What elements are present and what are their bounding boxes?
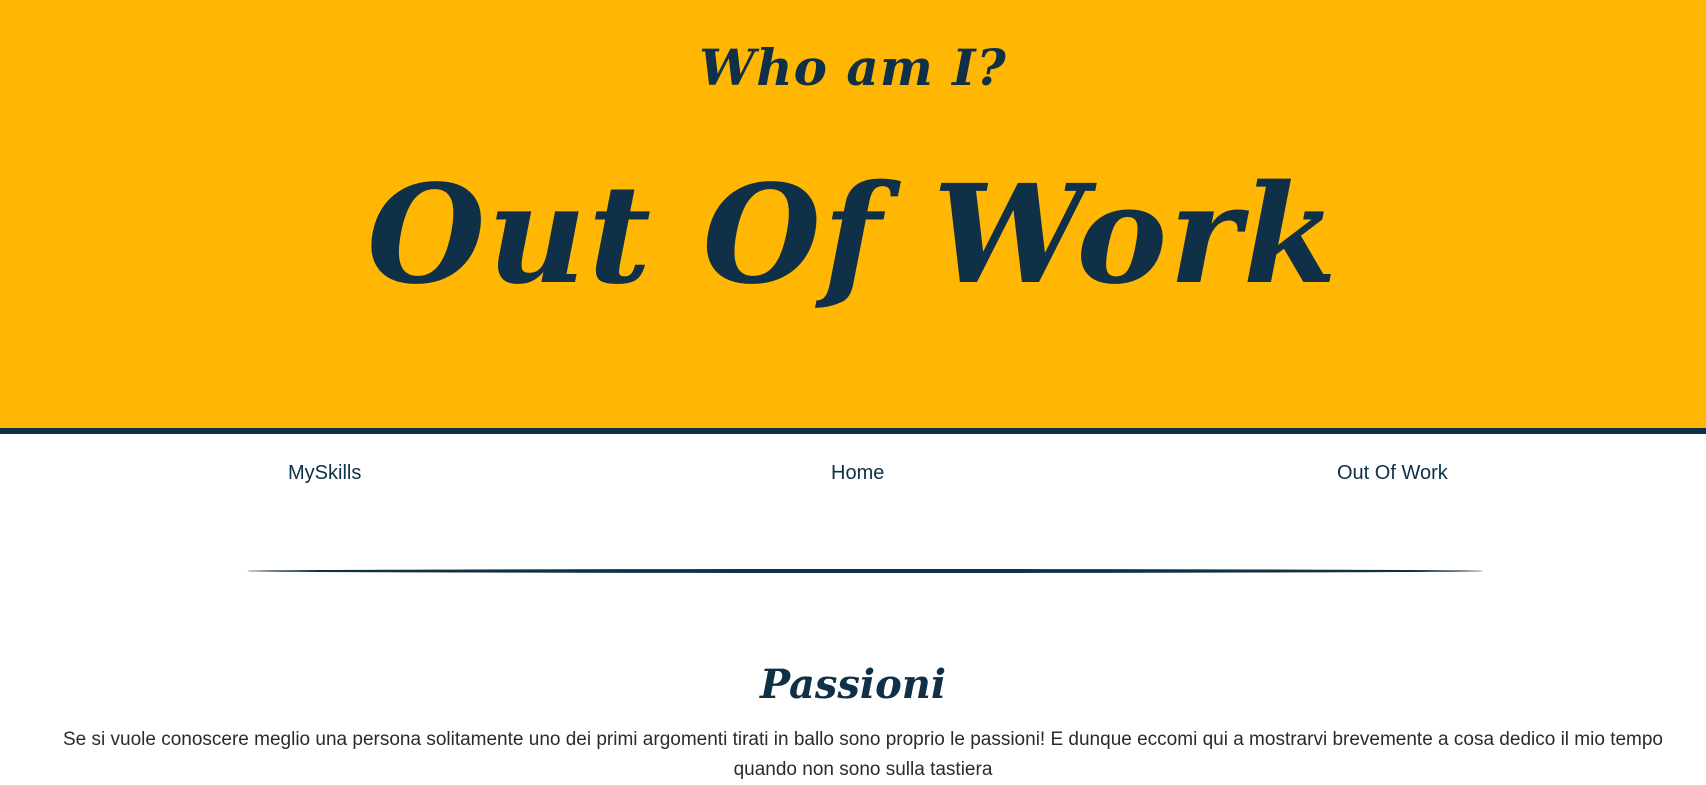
- nav-link-myskills[interactable]: MySkills: [288, 462, 361, 485]
- hero-banner: Who am I? Out Of Work: [0, 0, 1706, 434]
- section-divider: [247, 569, 1483, 573]
- nav-link-out-of-work[interactable]: Out Of Work: [1337, 462, 1448, 485]
- hero-title: Out Of Work: [366, 155, 1340, 315]
- section-description: Se si vuole conoscere meglio una persona…: [62, 729, 1664, 780]
- main-navigation: MySkills Home Out Of Work: [0, 462, 1706, 492]
- nav-link-home[interactable]: Home: [831, 462, 884, 485]
- section-title: Passioni: [759, 661, 947, 709]
- hero-subtitle: Who am I?: [699, 38, 1007, 97]
